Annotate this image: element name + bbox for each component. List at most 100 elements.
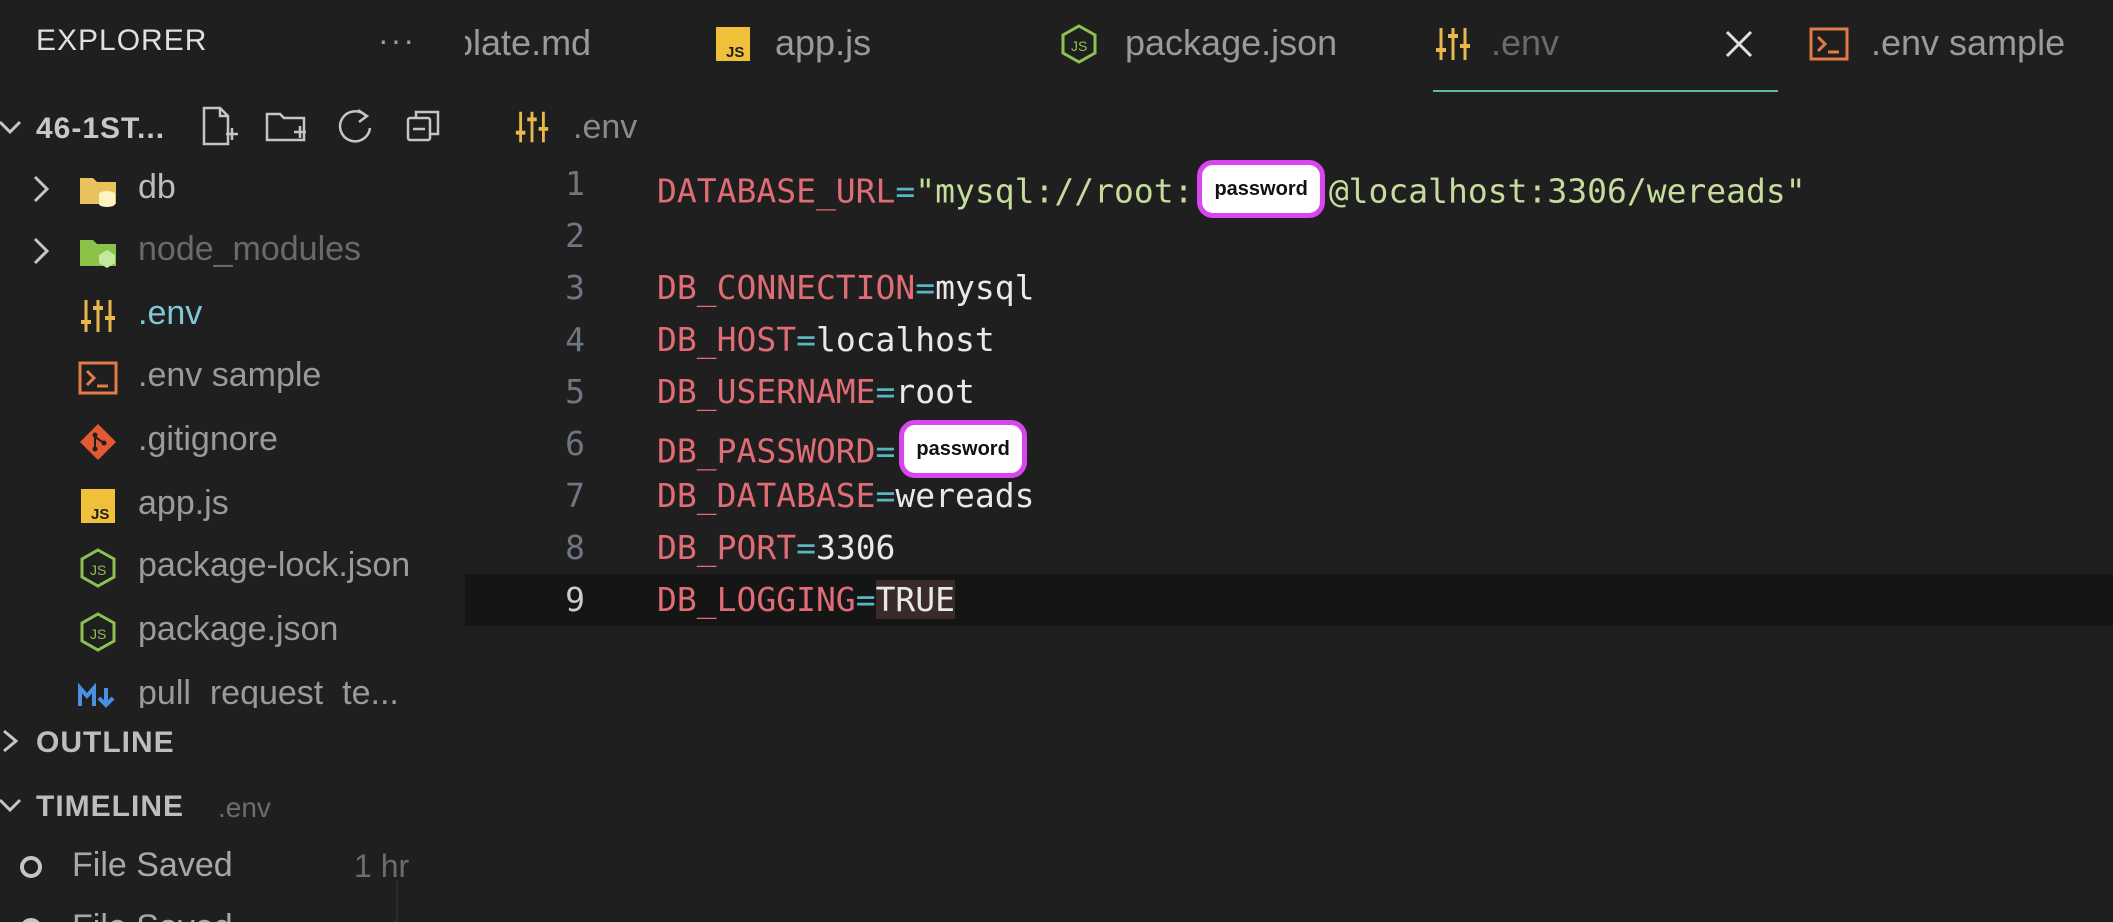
tree-item-label: package-lock.json: [138, 546, 411, 584]
env-value-selected: TRUE: [875, 580, 956, 619]
tree-item-label: node_modules: [138, 230, 362, 268]
outline-title: OUTLINE: [36, 726, 175, 759]
close-icon[interactable]: [1717, 22, 1761, 66]
env-key: DATABASE_URL: [657, 171, 896, 211]
tab-template-md[interactable]: plate.md: [465, 0, 713, 92]
chevron-right-icon: [33, 175, 50, 203]
env-key: DB_HOST: [657, 320, 797, 359]
new-file-icon[interactable]: [196, 104, 240, 148]
env-string-end: @localhost:3306/wereads": [1328, 171, 1806, 211]
code-line-current: 9 DB_LOGGING=TRUE: [465, 574, 2113, 626]
env-equals: =: [855, 580, 876, 619]
code-line: 1 DATABASE_URL="mysql://root: password @lo…: [465, 158, 2113, 218]
env-value: mysql: [935, 268, 1035, 307]
terminal-icon: [1809, 27, 1849, 61]
code-line: 7 DB_DATABASE=wereads: [465, 470, 2113, 522]
new-folder-icon[interactable]: [264, 104, 308, 148]
code-line: 2: [465, 210, 2113, 262]
tree-item-node-modules[interactable]: node_modules: [0, 220, 465, 282]
chevron-down-icon: [0, 798, 22, 813]
panel-divider: [396, 880, 398, 922]
tab-env-sample[interactable]: .env sample: [1809, 0, 2113, 92]
env-equals: =: [796, 320, 816, 359]
js-icon: JS: [81, 489, 115, 523]
code-line: 6 DB_PASSWORD= password: [465, 418, 2113, 478]
more-actions-icon[interactable]: ···: [378, 22, 416, 59]
tree-item-env-sample[interactable]: .env sample: [0, 346, 465, 408]
tree-item-label: package.json: [138, 610, 339, 648]
collapse-all-icon[interactable]: [402, 104, 446, 148]
env-key: DB_CONNECTION: [657, 268, 916, 307]
explorer-title: EXPLORER: [36, 24, 208, 57]
node-icon: JS: [80, 612, 116, 652]
env-key: DB_LOGGING: [657, 580, 856, 619]
env-equals: =: [875, 372, 896, 411]
tab-app-js[interactable]: JS app.js: [713, 0, 1059, 92]
timeline-entry-label: File Saved: [72, 846, 233, 884]
database-folder-icon: [80, 178, 116, 207]
circle-icon: [20, 856, 42, 878]
timeline-file: .env: [218, 792, 271, 823]
markdown-icon: [78, 682, 115, 708]
outline-section-header[interactable]: OUTLINE: [0, 716, 465, 766]
js-icon: JS: [716, 27, 750, 61]
timeline-section-header[interactable]: TIMELINE .env: [0, 780, 465, 830]
settings-sliders-icon: [515, 111, 549, 143]
tree-item-label: pull_request_te...: [138, 674, 399, 708]
env-value: wereads: [895, 476, 1035, 515]
tree-item-gitignore[interactable]: .gitignore: [0, 410, 465, 472]
code-line: 3 DB_CONNECTION=mysql: [465, 262, 2113, 314]
git-icon: [80, 424, 116, 460]
svg-text:JS: JS: [90, 562, 106, 578]
line-number: 4: [565, 320, 585, 359]
tree-item-app-js[interactable]: JS app.js: [0, 474, 465, 536]
code-line: 4 DB_HOST=localhost: [465, 314, 2113, 366]
code-line: 8 DB_PORT=3306: [465, 522, 2113, 574]
settings-sliders-icon: [81, 300, 115, 332]
tree-item-pull-request-template[interactable]: pull_request_te...: [0, 664, 465, 708]
env-equals: =: [875, 431, 896, 471]
env-string-start: "mysql://root:: [915, 171, 1194, 211]
tab-label: .env sample: [1871, 22, 2066, 63]
svg-text:JS: JS: [90, 626, 106, 642]
tree-item-package-lock[interactable]: JS package-lock.json: [0, 536, 465, 598]
tree-item-package-json[interactable]: JS package.json: [0, 600, 465, 662]
chevron-down-icon: [0, 120, 22, 135]
line-number: 3: [565, 268, 585, 307]
env-key: DB_DATABASE: [657, 476, 876, 515]
svg-text:JS: JS: [726, 44, 744, 61]
timeline-entry-label: File Saved: [72, 908, 233, 922]
env-value: 3306: [815, 528, 896, 567]
chevron-right-icon: [3, 729, 19, 753]
node-icon: JS: [1061, 24, 1097, 64]
tree-item-label: db: [138, 168, 176, 206]
node-folder-icon: [80, 240, 116, 268]
breadcrumb-file: .env: [573, 108, 638, 146]
line-number: 2: [565, 216, 585, 255]
svg-text:JS: JS: [1071, 38, 1087, 54]
tab-package-json[interactable]: JS package.json: [1059, 0, 1433, 92]
terminal-icon: [78, 361, 118, 395]
node-icon: JS: [80, 548, 116, 588]
editor-area: plate.md JS app.js JS package.json .env …: [465, 0, 2113, 922]
refresh-icon[interactable]: [332, 104, 376, 148]
tab-bar: plate.md JS app.js JS package.json .env …: [465, 0, 2113, 92]
tree-item-db[interactable]: db: [0, 158, 465, 220]
tree-item-label: .env: [138, 294, 203, 332]
line-number: 7: [565, 476, 585, 515]
tree-item-label: app.js: [138, 484, 229, 522]
env-value: localhost: [815, 320, 995, 359]
tree-item-label: .gitignore: [138, 420, 278, 458]
tab-label: .env: [1491, 22, 1560, 63]
line-number: 8: [565, 528, 585, 567]
workspace-folder-name: 46-1ST...: [36, 112, 166, 145]
tree-item-env[interactable]: .env: [0, 284, 465, 346]
env-equals: =: [875, 476, 896, 515]
circle-icon: [20, 918, 42, 922]
env-key: DB_USERNAME: [657, 372, 876, 411]
line-number: 9: [565, 580, 585, 619]
env-equals: =: [895, 171, 916, 211]
line-number: 1: [565, 164, 585, 203]
active-tab-indicator: [1433, 90, 1778, 92]
timeline-title: TIMELINE: [36, 790, 184, 823]
